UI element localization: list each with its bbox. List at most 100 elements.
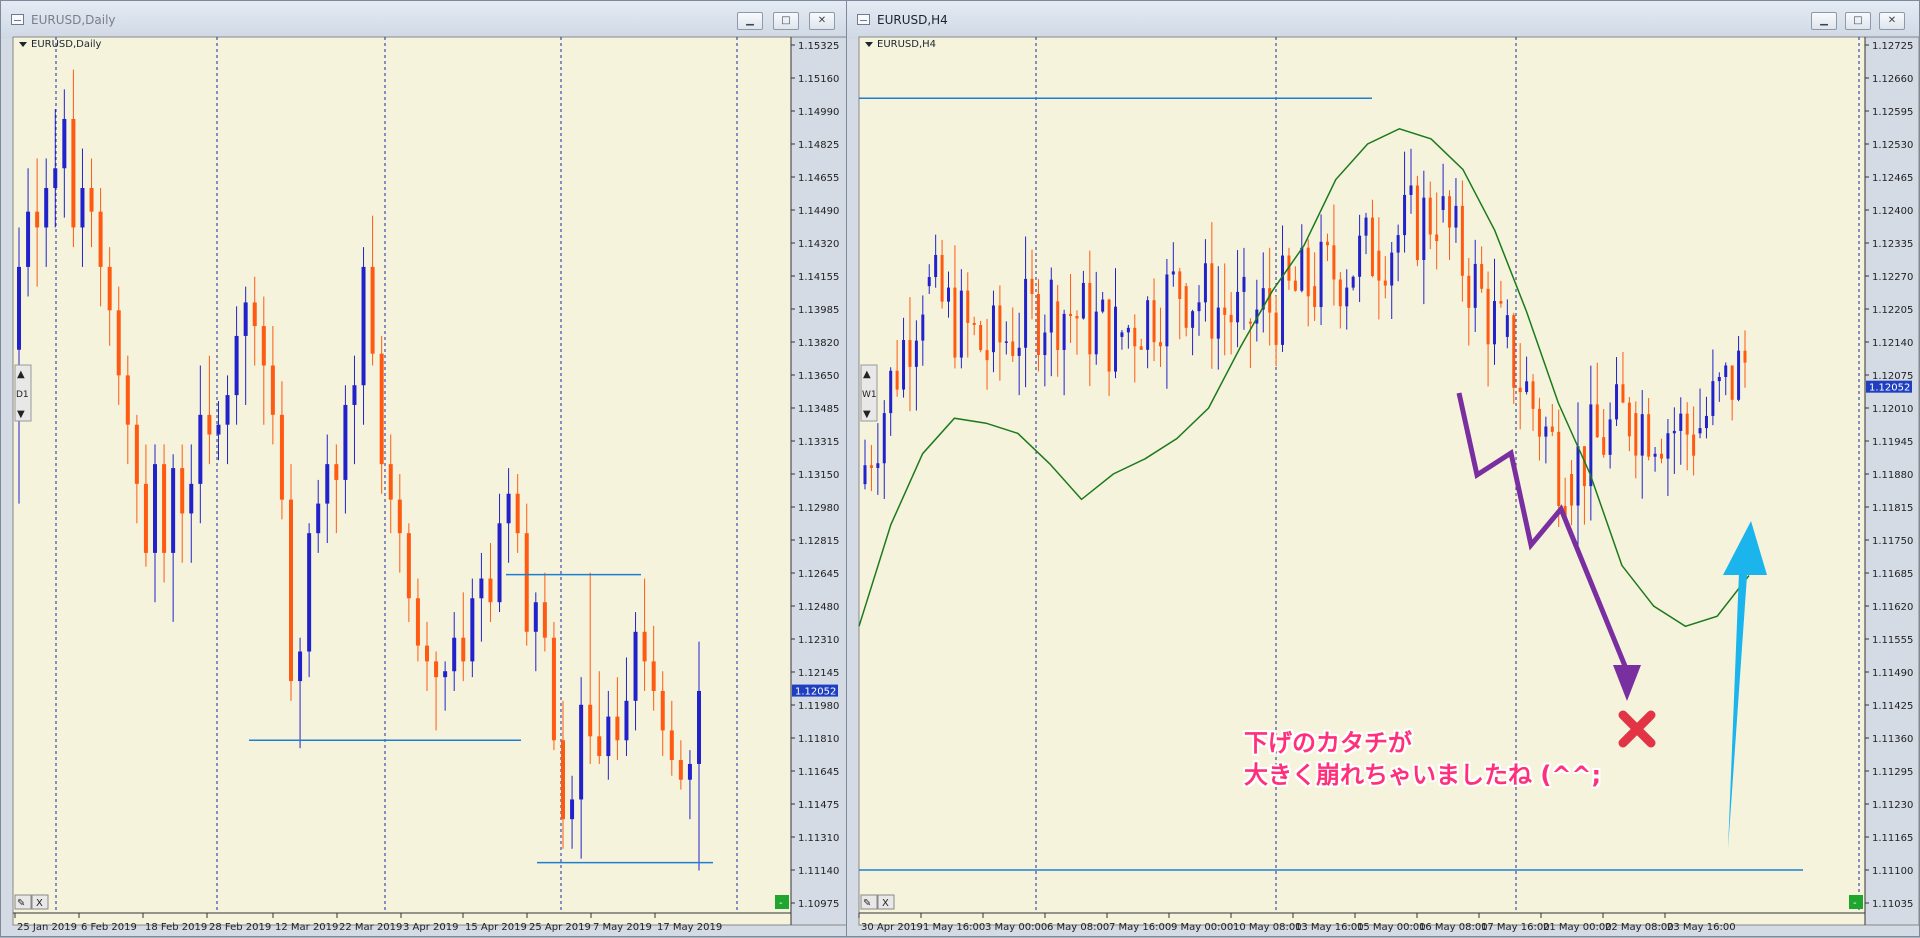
candle-body [1358,235,1362,277]
y-tick-label: 1.14655 [798,173,839,184]
candle-body [1595,404,1599,438]
candle-body [180,468,185,514]
candle-body [1492,301,1496,345]
chart-window-daily[interactable]: EURUSD,Daily ▁ □ ✕ 1.15325 1.15160 1.14990… [0,0,848,937]
candle-body [1313,286,1317,308]
y-tick-label: 1.11295 [1872,767,1913,778]
candle-body [17,266,21,350]
candle-body [1152,300,1156,343]
chart-window-h4[interactable]: EURUSD,H4 ▁ □ ✕ 1.12725 1.12660 1.12595 1.1… [846,0,1920,937]
y-tick-label: 1.11100 [1872,866,1913,877]
annotation-line-2: 大きく崩れちゃいましたね (^^; [1244,761,1602,789]
y-tick-label: 1.12815 [798,536,839,547]
candle-body [289,499,293,682]
candle-body [1576,446,1580,506]
candle-body [434,661,439,678]
candle-body [1171,271,1175,275]
candle-body [570,799,575,820]
pencil-icon: ✎ [17,898,25,909]
candle-body [615,716,620,741]
y-tick-label: 1.14825 [798,140,839,151]
candle-body [1473,263,1477,308]
candle-body [1338,279,1342,307]
candle-body [1210,263,1214,339]
x-tick-label: 16 May 08:00 [1419,922,1488,933]
candle-body [162,464,167,553]
candle-body [1679,413,1683,431]
x-tick-label: 21 May 00:00 [1543,922,1612,933]
y-tick-label: 1.12660 [1872,74,1913,85]
candle-body [1036,294,1040,356]
candle-body [1139,346,1143,350]
candle-body [1615,384,1619,420]
status-label: - [1853,898,1857,909]
h4-chart[interactable]: 1.12725 1.12660 1.12595 1.12530 1.12465 1.124… [847,1,1920,938]
y-tick-label: 1.12310 [798,635,839,646]
candle-body [1319,241,1323,308]
timeframe-label: W1 [862,390,877,400]
down-arrow-icon: ▼ [17,409,25,420]
y-tick-label: 1.11310 [798,833,839,844]
candle-body [243,302,248,336]
candle-body [1672,430,1676,434]
candle-body [947,287,951,302]
candle-body [134,424,139,484]
candle-body [189,483,194,514]
candle-body [479,578,484,599]
candle-body [153,464,157,553]
x-tick-label: 7 May 2019 [593,922,652,933]
candle-body [334,464,339,480]
candle-body [171,468,176,553]
candle-body [406,533,411,599]
y-tick-label: 1.14155 [798,272,839,283]
x-tick-label: 30 Apr 2019 [861,922,923,933]
candle-body [298,651,303,682]
candle-body [397,499,402,534]
candle-body [461,637,466,662]
candle-body [1107,299,1111,372]
candle-body [1056,301,1060,350]
y-tick-label: 1.11165 [1872,833,1913,844]
candle-body [1704,415,1708,429]
candle-body [62,118,67,169]
y-tick-label: 1.11555 [1872,635,1913,646]
candle-body [1364,217,1368,236]
y-tick-label: 1.11880 [1872,470,1913,481]
candle-body [551,637,556,741]
candle-body [1685,413,1689,435]
daily-chart[interactable]: 1.15325 1.15160 1.14990 1.14825 1.14655 1.144… [1,1,848,938]
candle-body [1570,474,1574,506]
candle-body [1191,311,1195,328]
candle-body [1544,426,1548,437]
candle-body [1306,247,1310,297]
y-tick-label: 1.13820 [798,338,839,349]
x-tick-label: 3 Apr 2019 [403,922,458,933]
candle-body [1525,381,1529,393]
y-tick-label: 1.12145 [798,668,839,679]
candle-body [1692,434,1696,456]
candle-body [991,305,995,353]
candle-body [882,413,886,464]
candle-body [198,414,203,484]
candle-body [921,314,925,341]
candle-body [1743,350,1747,363]
y-tick-label: 1.12595 [1872,107,1913,118]
y-tick-label: 1.10975 [798,899,839,910]
candle-body [1011,341,1015,356]
y-tick-label: 1.13985 [798,305,839,316]
y-tick-label: 1.14990 [798,107,839,118]
y-tick-label: 1.11490 [1872,668,1913,679]
candle-body [985,350,989,361]
candle-body [1242,276,1246,292]
x-tick-label: 22 Mar 2019 [339,922,402,933]
candle-body [1531,381,1535,409]
candle-body [1370,217,1374,276]
candle-body [234,335,239,396]
candle-body [361,266,366,386]
candle-body [1441,196,1445,210]
y-tick-label: 1.13485 [798,404,839,415]
candle-body [307,533,312,652]
candle-body [1608,419,1612,455]
candle-body [352,385,357,405]
y-tick-label: 1.11475 [798,800,839,811]
